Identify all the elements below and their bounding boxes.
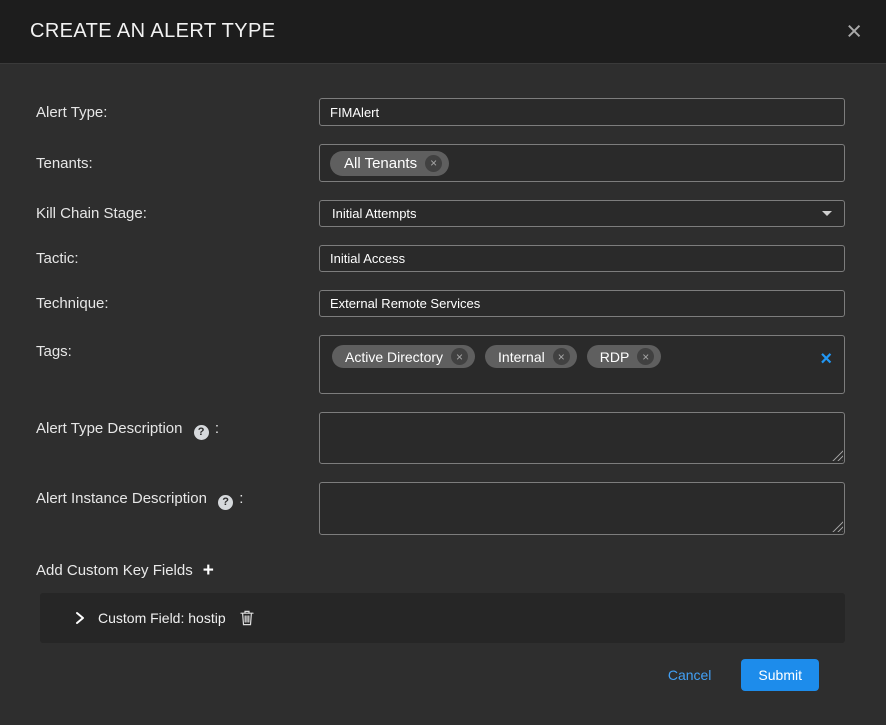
section-label: Add Custom Key Fields: [36, 562, 193, 579]
tactic-label: Tactic:: [36, 250, 319, 267]
help-icon[interactable]: ?: [218, 495, 233, 510]
tag-chip: RDP ×: [587, 345, 662, 368]
alert-instance-description-input[interactable]: [319, 482, 845, 535]
clear-tags-icon[interactable]: ×: [820, 345, 832, 369]
chevron-right-icon[interactable]: [74, 611, 86, 625]
alert-type-label: Alert Type:: [36, 104, 319, 121]
custom-field-label: Custom Field: hostip: [98, 610, 226, 626]
modal-footer: Cancel Submit: [36, 643, 845, 691]
kill-chain-stage-row: Kill Chain Stage: Initial Attempts: [36, 200, 845, 227]
technique-input[interactable]: [319, 290, 845, 317]
tactic-input[interactable]: [319, 245, 845, 272]
modal-body: Alert Type: Tenants: All Tenants × Kill …: [0, 64, 886, 691]
close-icon[interactable]: ×: [846, 18, 862, 45]
add-custom-field-icon[interactable]: +: [203, 561, 214, 580]
chip-remove-icon[interactable]: ×: [637, 348, 654, 365]
alert-type-description-row: Alert Type Description ? :: [36, 412, 845, 464]
tenants-row: Tenants: All Tenants ×: [36, 144, 845, 182]
chip-remove-icon[interactable]: ×: [425, 155, 442, 172]
submit-button[interactable]: Submit: [741, 659, 819, 691]
page-title: CREATE AN ALERT TYPE: [30, 20, 276, 43]
tags-label: Tags:: [36, 335, 319, 360]
delete-custom-field-button[interactable]: [240, 610, 254, 626]
tenants-input[interactable]: All Tenants ×: [319, 144, 845, 182]
create-alert-type-modal: CREATE AN ALERT TYPE × Alert Type: Tenan…: [0, 0, 886, 691]
label-text: Alert Instance Description: [36, 490, 207, 507]
chevron-down-icon: [822, 211, 832, 216]
technique-label: Technique:: [36, 295, 319, 312]
cancel-button[interactable]: Cancel: [668, 667, 712, 683]
alert-instance-description-row: Alert Instance Description ? :: [36, 482, 845, 535]
chip-remove-icon[interactable]: ×: [553, 348, 570, 365]
help-icon[interactable]: ?: [194, 425, 209, 440]
tenant-chip: All Tenants ×: [330, 151, 449, 176]
chip-remove-icon[interactable]: ×: [451, 348, 468, 365]
chip-label: All Tenants: [344, 155, 417, 172]
label-suffix: :: [239, 490, 243, 507]
chip-label: Internal: [498, 349, 545, 365]
tag-chip: Internal ×: [485, 345, 577, 368]
kill-chain-stage-label: Kill Chain Stage:: [36, 205, 319, 222]
chip-label: RDP: [600, 349, 630, 365]
tenants-label: Tenants:: [36, 155, 319, 172]
alert-type-description-input[interactable]: [319, 412, 845, 464]
custom-field-row[interactable]: Custom Field: hostip: [40, 593, 845, 643]
tags-row: Tags: Active Directory × Internal × RDP …: [36, 335, 845, 394]
alert-type-description-label: Alert Type Description ? :: [36, 412, 319, 440]
tag-chip: Active Directory ×: [332, 345, 475, 368]
alert-type-row: Alert Type:: [36, 98, 845, 126]
kill-chain-stage-value: Initial Attempts: [332, 206, 417, 221]
tactic-row: Tactic:: [36, 245, 845, 272]
alert-instance-description-label: Alert Instance Description ? :: [36, 482, 319, 510]
chip-label: Active Directory: [345, 349, 443, 365]
technique-row: Technique:: [36, 290, 845, 317]
label-suffix: :: [215, 420, 219, 437]
trash-icon: [240, 610, 254, 626]
modal-header: CREATE AN ALERT TYPE ×: [0, 0, 886, 64]
label-text: Alert Type Description: [36, 420, 182, 437]
kill-chain-stage-select[interactable]: Initial Attempts: [319, 200, 845, 227]
tags-input[interactable]: Active Directory × Internal × RDP × ×: [319, 335, 845, 394]
custom-key-fields-section-header: Add Custom Key Fields +: [36, 561, 845, 580]
alert-type-input[interactable]: [319, 98, 845, 126]
